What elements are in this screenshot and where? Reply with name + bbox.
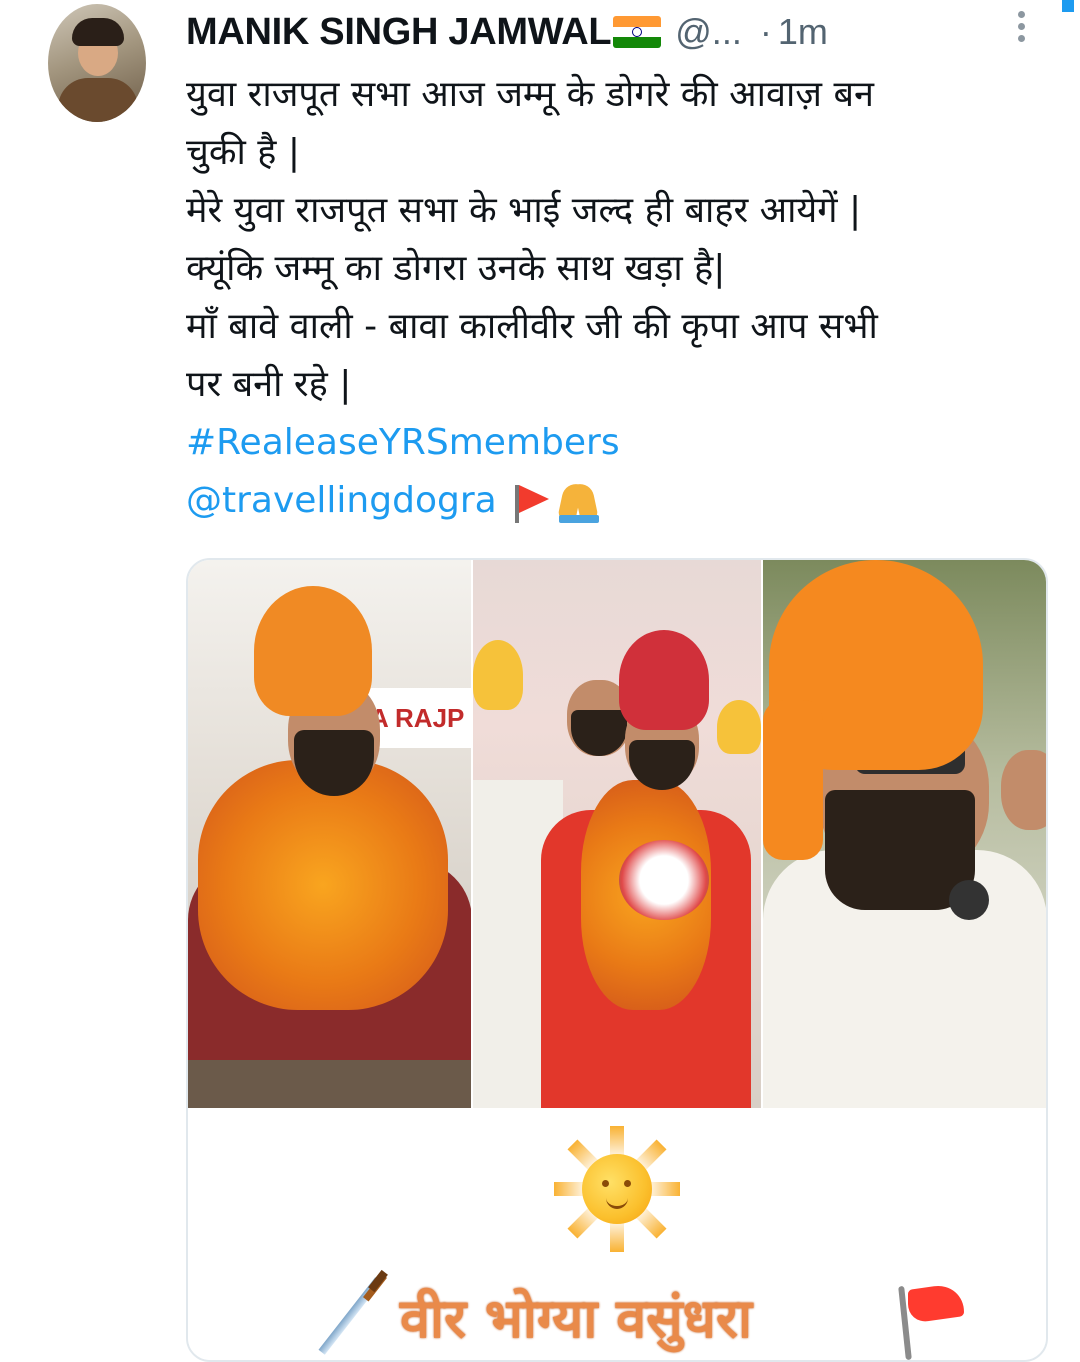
tweet-timestamp[interactable]: 1m <box>778 11 828 53</box>
mention-link[interactable]: @travellingdogra <box>186 480 497 521</box>
photo-interview[interactable] <box>762 560 1046 1108</box>
sword-icon <box>316 1269 396 1360</box>
sun-face-icon <box>554 1126 680 1252</box>
more-options-icon[interactable] <box>1010 6 1032 50</box>
tweet[interactable]: MANIK SINGH JAMWAL @... · 1m युवा राजपूत… <box>0 0 1080 1362</box>
photo-bouquet[interactable] <box>473 560 761 1108</box>
tweet-line: मेरे युवा राजपूत सभा के भाई जल्द ही बाहर… <box>186 190 862 231</box>
tweet-line: युवा राजपूत सभा आज जम्मू के डोगरे की आवा… <box>186 74 874 115</box>
folded-hands-icon <box>555 481 603 523</box>
author-name[interactable]: MANIK SINGH JAMWAL <box>186 11 612 54</box>
tweet-line: पर बनी रहे | <box>186 364 352 405</box>
avatar[interactable] <box>48 4 146 122</box>
india-flag-icon <box>613 16 662 48</box>
photo-collage[interactable]: A RAJP <box>188 560 1046 1108</box>
tweet-line: क्यूंकि जम्मू का डोगरा उनके साथ खड़ा है| <box>186 248 726 289</box>
tweet-line: माँ बावे वाली - बावा कालीवीर जी की कृपा … <box>186 306 878 347</box>
sticker-slogan: वीर भोग्या वसुंधरा <box>400 1286 752 1350</box>
scroll-indicator <box>1062 0 1074 12</box>
photo-banner-text: A RAJP <box>364 688 472 748</box>
tweet-header: MANIK SINGH JAMWAL @... · 1m <box>186 10 828 54</box>
hashtag-link[interactable]: #RealeaseYRSmembers <box>186 422 620 463</box>
red-flag-icon <box>894 1280 968 1360</box>
tweet-text: युवा राजपूत सभा आज जम्मू के डोगरे की आवा… <box>186 66 1046 530</box>
sticker-image: वीर भोग्या वसुंधरा <box>188 1108 1046 1360</box>
media-card[interactable]: A RAJP वीर भोग्या वसुंधरा <box>186 558 1048 1362</box>
author-handle[interactable]: @... <box>675 11 742 53</box>
tweet-line: चुकी है | <box>186 132 300 173</box>
red-flag-icon <box>511 481 551 523</box>
photo-speaker[interactable]: A RAJP <box>188 560 472 1108</box>
separator-dot: · <box>759 11 772 52</box>
